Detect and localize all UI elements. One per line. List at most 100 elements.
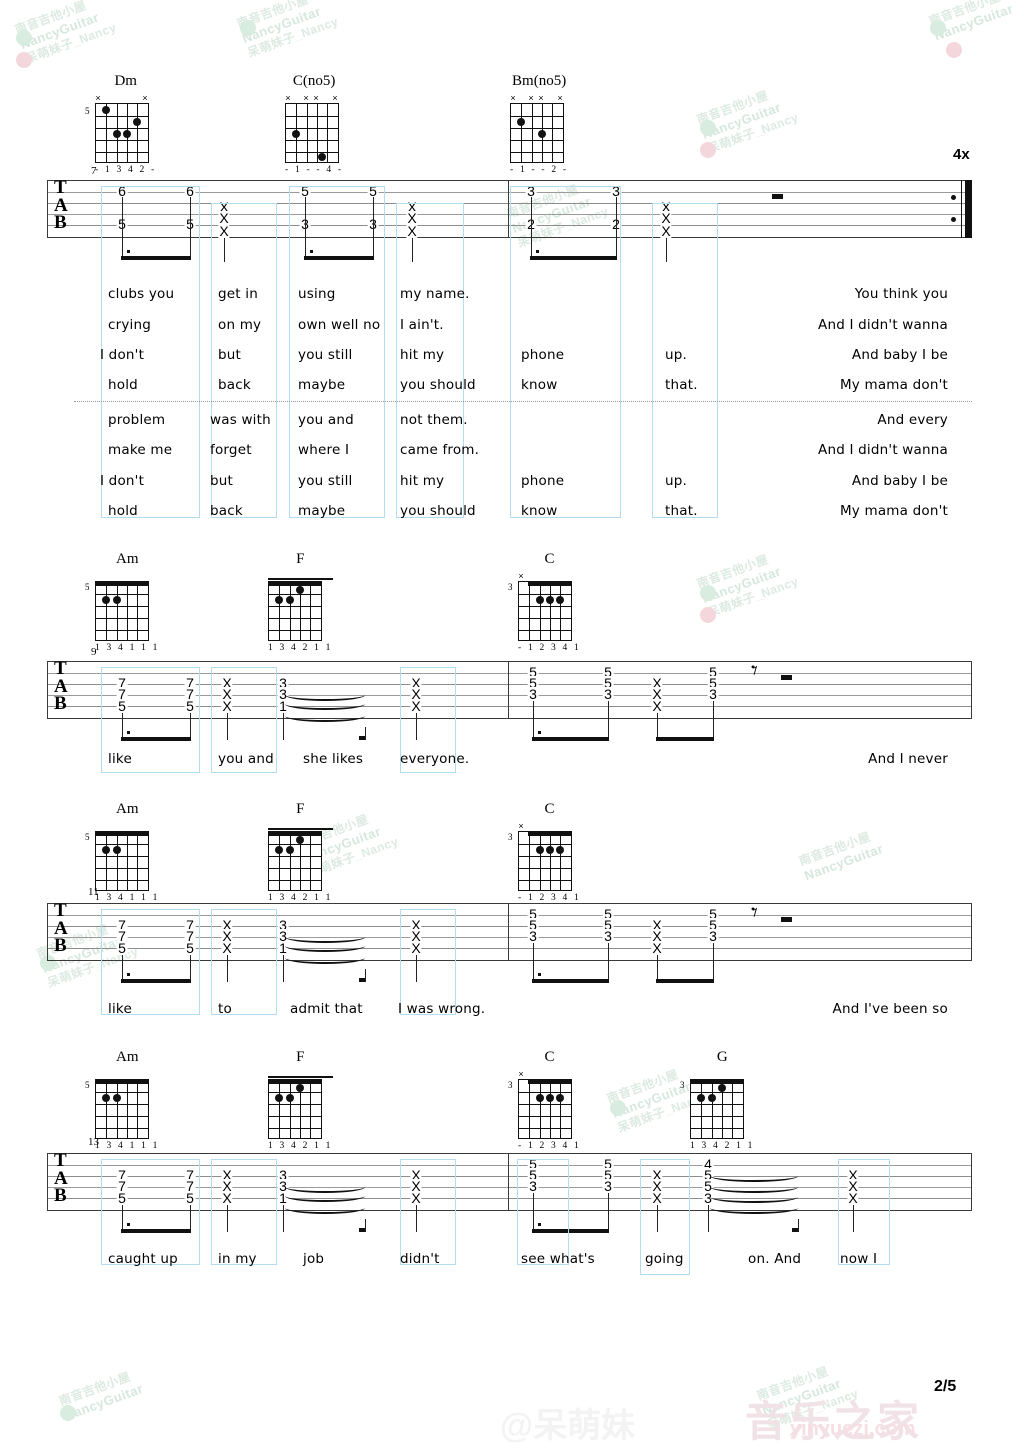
lyric-cell: but — [218, 347, 242, 363]
lyric-cell: hold — [108, 377, 138, 393]
chord-name: Am — [116, 1049, 139, 1065]
start-fret-label: 3 — [680, 1080, 685, 1090]
mute-x-icon: × — [518, 571, 524, 581]
start-fret-label: 3 — [508, 832, 513, 842]
finger-dot — [275, 846, 283, 854]
lyric-cell: in my — [218, 1251, 257, 1267]
lyric-cell: And I didn't wanna — [818, 317, 948, 333]
wechat-badge-icon — [240, 20, 256, 36]
fingering-label: 1 3 4 1 1 1 — [95, 893, 160, 903]
lyric-cell: problem — [108, 412, 166, 428]
lyric-cell: see what's — [521, 1251, 595, 1267]
start-fret-label: 5 — [85, 582, 90, 592]
sheet-music-page: 南音吉他小屋 NancyGuitar 呆萌妹子_Nancy 南音吉他小屋 Nan… — [0, 0, 1024, 1448]
tab-clef: T A B — [54, 1150, 68, 1206]
barre-bar — [268, 581, 322, 586]
tab-number: 3 — [707, 928, 719, 944]
lyric-cell: phone — [521, 473, 565, 489]
wechat-badge-icon — [700, 585, 716, 601]
chord-name: C — [544, 801, 555, 817]
lyric-cell: you still — [298, 347, 353, 363]
barre-bar — [95, 581, 149, 586]
finger-dot — [292, 130, 300, 138]
start-fret-label: 5 — [85, 832, 90, 842]
highlight-box — [400, 1159, 456, 1265]
finger-dot — [708, 1094, 716, 1102]
fingering-label: 1 3 4 2 1 1 — [268, 893, 333, 903]
highlight-box — [211, 909, 277, 1015]
verse-separator — [74, 401, 972, 402]
start-fret-label: 3 — [508, 1080, 513, 1090]
measure-number: 9 — [91, 646, 97, 658]
highlight-box — [101, 909, 200, 1015]
measure-number: 7 — [91, 165, 97, 177]
mute-x-icon: × — [538, 93, 544, 103]
finger-dot — [102, 846, 110, 854]
rest-bar — [781, 917, 792, 922]
fingering-label: 1 3 4 1 1 1 — [95, 1141, 160, 1151]
fretboard-grid — [268, 581, 322, 641]
chord-diagram-f: F 1 3 4 2 1 1 — [268, 1050, 333, 1153]
finger-dot — [546, 1094, 554, 1102]
mute-x-icon: × — [95, 93, 101, 103]
finger-dot — [286, 1094, 294, 1102]
page-number: 2/5 — [934, 1378, 957, 1395]
lyric-cell: make me — [108, 442, 173, 458]
lyric-cell: my name. — [400, 286, 470, 302]
watermark-weibo-handle: @呆萌妹 — [500, 1407, 636, 1445]
barre-bar — [95, 831, 149, 836]
lyric-cell: not them. — [400, 412, 468, 428]
highlight-box — [400, 909, 456, 1015]
barline — [508, 1153, 510, 1211]
chord-diagram-g: G 3 1 3 4 2 1 1 — [680, 1050, 755, 1153]
start-fret-label: 5 — [85, 1080, 90, 1090]
chord-diagram-am: Am 5 1 3 4 1 1 1 — [85, 1049, 160, 1153]
lyric-cell: you still — [298, 473, 353, 489]
chord-diagram-f: F 1 3 4 2 1 1 — [268, 802, 333, 905]
fingering-label: 1 3 4 2 1 1 — [690, 1141, 755, 1151]
lyric-cell: maybe — [298, 503, 346, 519]
finger-dot — [275, 1094, 283, 1102]
rest-bar — [781, 675, 792, 680]
finger-dot — [102, 596, 110, 604]
barre-bar — [268, 1079, 322, 1084]
chord-name: F — [296, 551, 305, 567]
lyric-cell: you and — [298, 412, 354, 428]
chord-name: Am — [116, 551, 139, 567]
tab-number: 3 — [602, 1178, 614, 1194]
mute-x-icon: × — [285, 93, 291, 103]
repeat-count-label: 4x — [953, 146, 970, 163]
finger-dot — [286, 846, 294, 854]
wechat-badge-icon — [60, 1405, 76, 1421]
chord-name: F — [296, 1049, 305, 1065]
finger-dot — [296, 1084, 304, 1092]
chord-diagram-dm: Dm × × 5 - 1 3 4 2 - — [85, 74, 156, 177]
wechat-badge-icon — [930, 20, 946, 36]
finger-dot — [113, 130, 121, 138]
fretboard-grid — [285, 103, 339, 163]
measure-number: 13 — [88, 1136, 99, 1148]
tie-line — [285, 1202, 365, 1214]
mute-x-icon: × — [528, 93, 534, 103]
lyric-cell: phone — [521, 347, 565, 363]
muted-strings-row: × × × × — [510, 94, 568, 103]
eighth-rest: 𝄾 — [751, 656, 758, 685]
chord-diagram-am: Am 5 1 3 4 1 1 1 — [85, 802, 160, 905]
fretboard-grid: 3 — [508, 1079, 572, 1139]
lyric-cell: everyone. — [400, 751, 470, 767]
wechat-badge-icon — [700, 120, 716, 136]
lyric-cell: know — [521, 377, 558, 393]
lyric-cell: hit my — [400, 473, 445, 489]
fingering-label: 1 3 4 2 1 1 — [268, 1141, 333, 1151]
lyric-cell: My mama don't — [839, 503, 948, 519]
lyric-cell: you should — [400, 377, 476, 393]
chord-name: C(no5) — [292, 73, 336, 89]
lyric-cell: And every — [877, 412, 948, 428]
fretboard-grid: 5 — [85, 581, 149, 641]
fretboard-grid: 3 — [508, 581, 572, 641]
lyric-cell: going — [645, 1251, 684, 1267]
whole-rest — [772, 194, 783, 199]
finger-dot — [296, 836, 304, 844]
chord-diagram-c: C × 3 - 1 2 3 4 1 — [508, 1050, 581, 1153]
tab-number: 3 — [527, 686, 539, 702]
